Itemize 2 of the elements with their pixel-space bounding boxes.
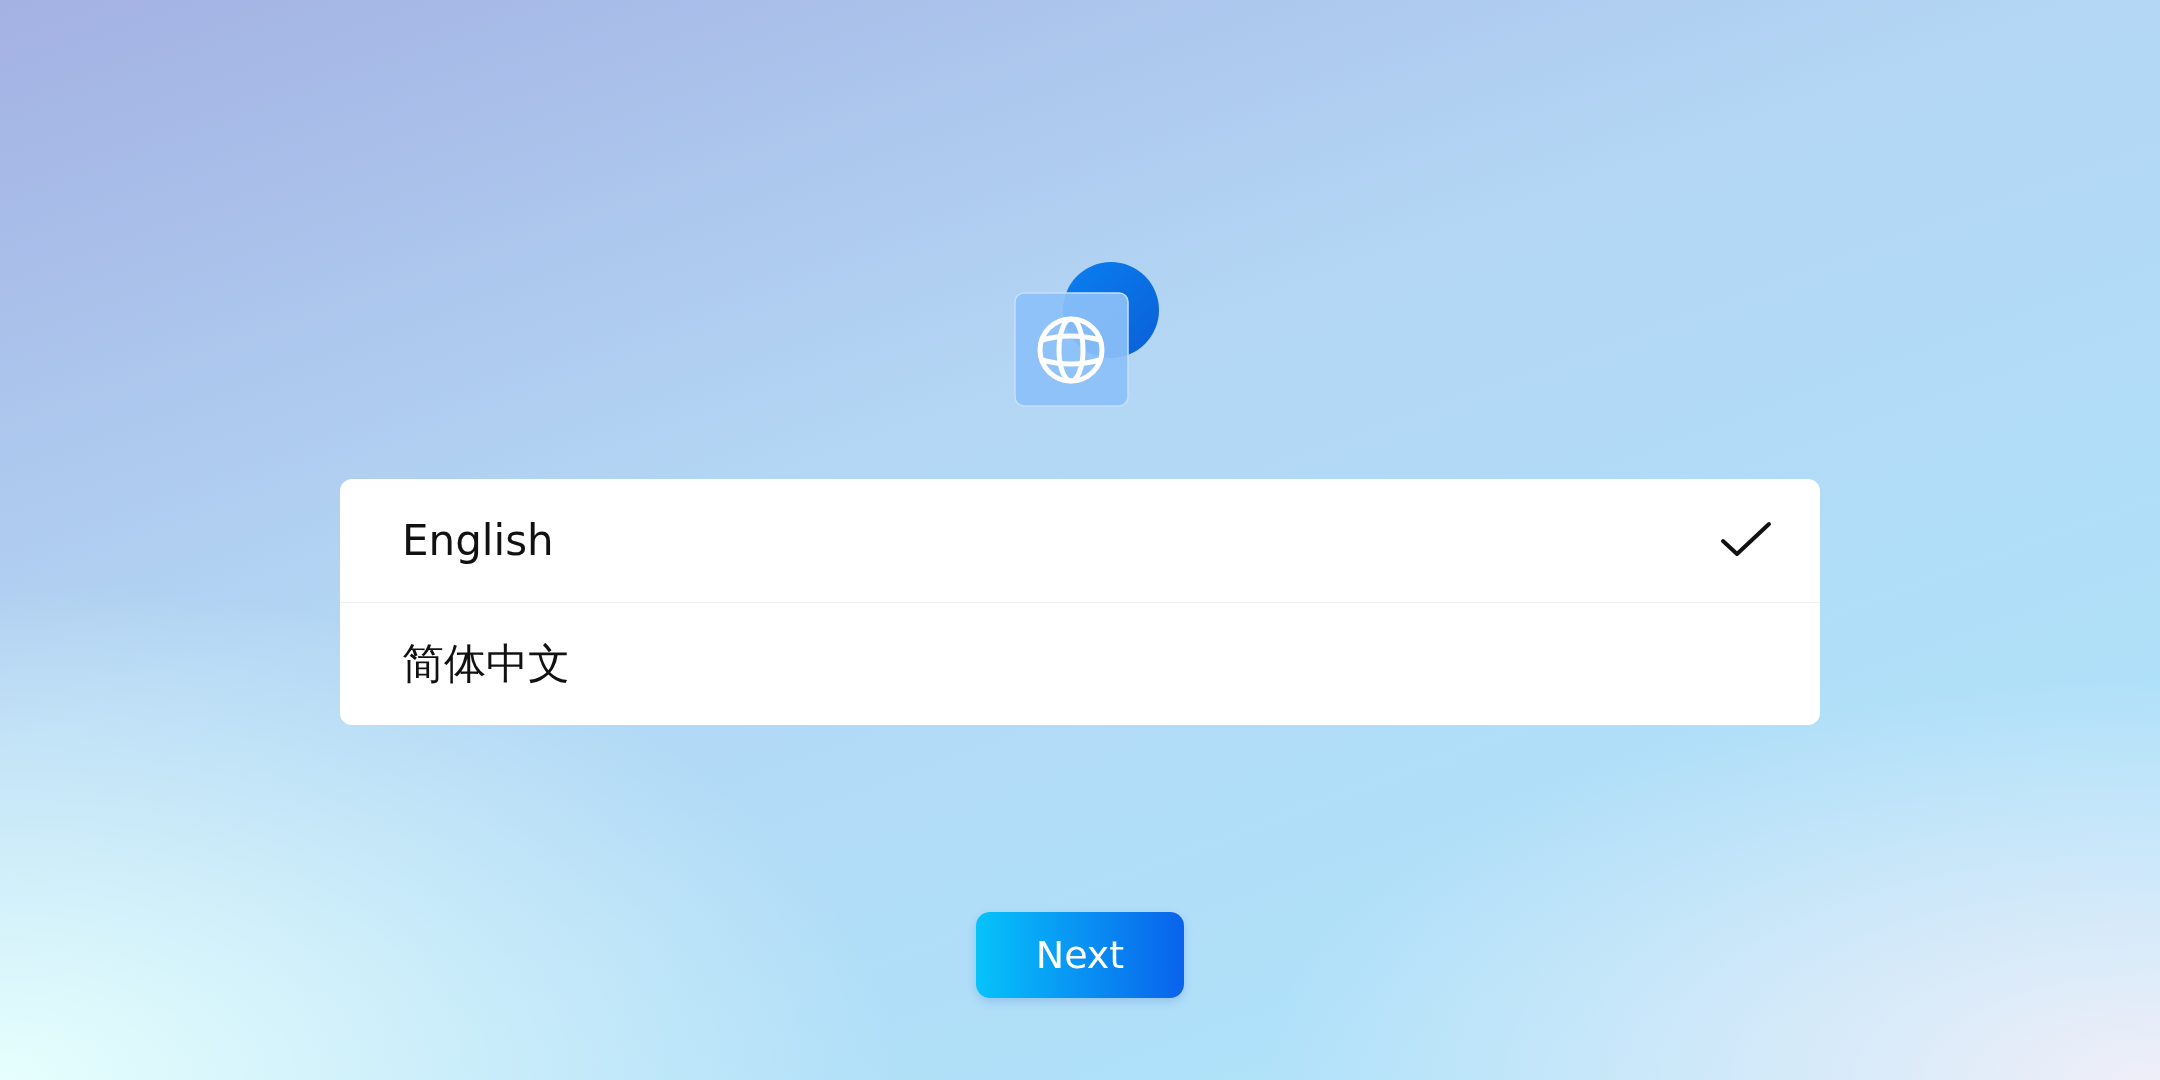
language-option[interactable]: 简体中文 — [340, 602, 1820, 725]
language-option[interactable]: English — [340, 479, 1820, 602]
